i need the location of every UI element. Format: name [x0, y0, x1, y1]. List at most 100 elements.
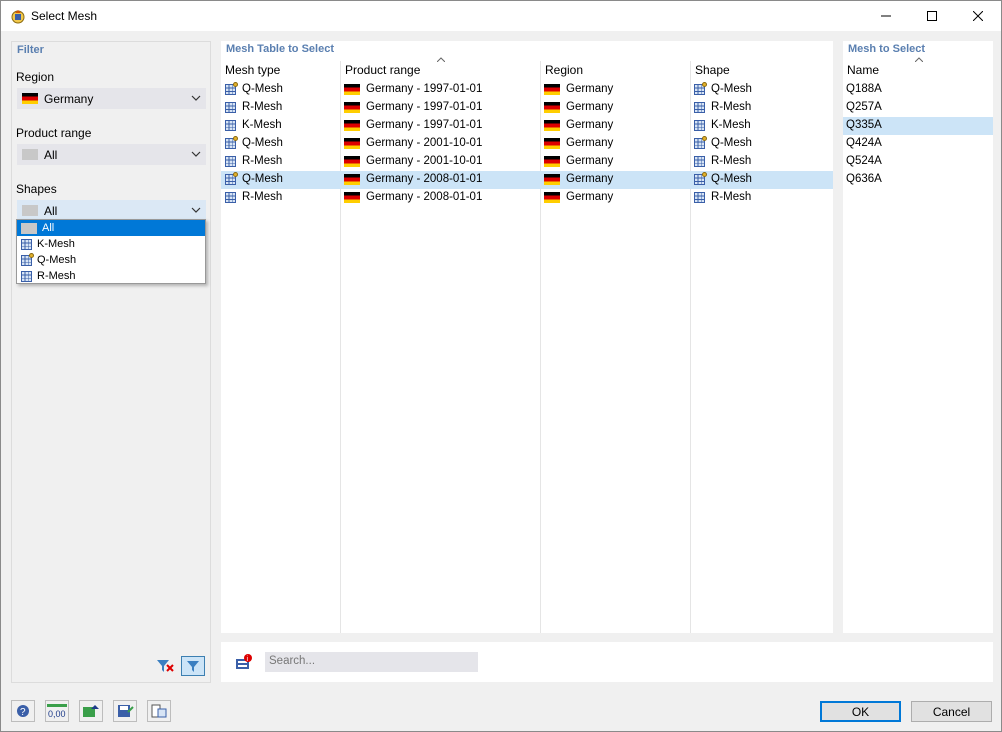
shapes-option-all[interactable]: All	[17, 220, 205, 236]
cell-mesh-type: Q-Mesh	[225, 171, 283, 185]
chevron-down-icon	[191, 207, 201, 213]
search-input[interactable]: Search...	[265, 652, 478, 672]
table-row[interactable]: Q-Mesh Germany - 1997-01-01 Germany Q-Mesh	[221, 81, 833, 99]
germany-flag-icon	[22, 93, 38, 104]
title-bar: Select Mesh	[1, 1, 1001, 31]
chevron-down-icon	[191, 95, 201, 101]
shapes-value: All	[44, 203, 58, 218]
germany-flag-icon	[344, 191, 360, 203]
all-swatch-icon	[22, 205, 38, 216]
shapes-select[interactable]: All	[17, 200, 206, 221]
shapes-dropdown-list: All K-Mesh Q-Mesh R-Mesh	[16, 219, 206, 284]
list-item[interactable]: Q424A	[843, 135, 993, 153]
filter-actions	[153, 656, 205, 676]
cancel-button[interactable]: Cancel	[911, 701, 992, 722]
select-mesh-dialog: Select Mesh Filter Region Germany Produc…	[0, 0, 1002, 732]
column-mesh-type[interactable]: Mesh type	[225, 63, 280, 77]
list-item[interactable]: Q188A	[843, 81, 993, 99]
shapes-option-k-mesh[interactable]: K-Mesh	[17, 236, 205, 252]
mesh-info-button[interactable]: i	[231, 652, 255, 672]
mesh-icon	[694, 81, 707, 95]
maximize-button[interactable]	[909, 1, 955, 31]
all-swatch-icon	[21, 222, 37, 234]
cell-shape: K-Mesh	[694, 119, 751, 131]
import-button[interactable]	[79, 700, 103, 722]
list-item[interactable]: Q636A	[843, 171, 993, 189]
table-header-row: Mesh type Product range Region Shape	[221, 61, 833, 79]
cell-product-range: Germany - 1997-01-01	[344, 119, 482, 131]
shapes-option-q-mesh[interactable]: Q-Mesh	[17, 252, 205, 268]
table-row[interactable]: R-Mesh Germany - 1997-01-01 Germany R-Mesh	[221, 99, 833, 117]
list-item[interactable]: Q524A	[843, 153, 993, 171]
cell-product-range: Germany - 1997-01-01	[344, 83, 482, 95]
cell-region: Germany	[544, 137, 613, 149]
filter-panel: Filter Region Germany Product range All …	[11, 41, 211, 683]
cell-region: Germany	[544, 155, 613, 167]
column-name[interactable]: Name	[847, 63, 879, 77]
units-button[interactable]: 0,00	[45, 700, 69, 722]
product-range-select[interactable]: All	[17, 144, 206, 165]
mesh-icon	[694, 101, 705, 113]
product-range-label: Product range	[16, 126, 92, 140]
column-region[interactable]: Region	[545, 63, 583, 77]
units-icon: 0,00	[47, 704, 67, 719]
region-value: Germany	[44, 91, 94, 106]
mesh-to-select-panel: Mesh to Select Name Q188A Q257A Q335A Q424A…	[843, 41, 993, 633]
product-range-value: All	[44, 147, 58, 162]
chevron-down-icon	[191, 151, 201, 157]
region-label: Region	[16, 70, 55, 84]
table-row[interactable]: K-Mesh Germany - 1997-01-01 Germany K-Mesh	[221, 117, 833, 135]
help-button[interactable]: ?	[11, 700, 35, 722]
germany-flag-icon	[344, 155, 360, 167]
app-icon	[10, 8, 26, 24]
cell-product-range: Germany - 1997-01-01	[344, 101, 482, 113]
germany-flag-icon	[344, 101, 360, 113]
minimize-icon	[881, 15, 891, 17]
germany-flag-icon	[544, 191, 560, 203]
bottom-toolbar: ? 0,00	[11, 700, 171, 722]
mesh-icon	[694, 135, 707, 149]
mesh-icon	[694, 171, 707, 185]
cell-shape: Q-Mesh	[694, 81, 752, 95]
mesh-icon	[225, 135, 238, 149]
table-row[interactable]: R-Mesh Germany - 2008-01-01 Germany R-Mesh	[221, 189, 833, 207]
cell-mesh-type: R-Mesh	[225, 191, 282, 203]
list-item[interactable]: Q335A	[843, 117, 993, 135]
table-row[interactable]: Q-Mesh Germany - 2001-10-01 Germany Q-Mesh	[221, 135, 833, 153]
mesh-icon	[225, 119, 236, 131]
mesh-icon	[694, 191, 705, 203]
mesh-info-icon: i	[236, 654, 252, 669]
cell-product-range: Germany - 2008-01-01	[344, 191, 482, 203]
region-select[interactable]: Germany	[17, 88, 206, 109]
cell-shape: R-Mesh	[694, 101, 751, 113]
table-row[interactable]: Q-Mesh Germany - 2008-01-01 Germany Q-Mesh	[221, 171, 833, 189]
list-item[interactable]: Q257A	[843, 99, 993, 117]
cell-product-range: Germany - 2001-10-01	[344, 137, 482, 149]
cell-mesh-type: Q-Mesh	[225, 81, 283, 95]
search-panel: i Search...	[221, 642, 993, 682]
table-row[interactable]: R-Mesh Germany - 2001-10-01 Germany R-Mesh	[221, 153, 833, 171]
apply-filter-button[interactable]	[181, 656, 205, 676]
column-shape[interactable]: Shape	[695, 63, 730, 77]
shapes-option-r-mesh[interactable]: R-Mesh	[17, 268, 205, 284]
shapes-label: Shapes	[16, 182, 57, 196]
close-icon	[973, 11, 983, 21]
clear-filter-button[interactable]	[153, 656, 177, 676]
close-button[interactable]	[955, 1, 1001, 31]
save-button[interactable]	[113, 700, 137, 722]
germany-flag-icon	[344, 173, 360, 185]
mesh-icon	[225, 81, 238, 95]
germany-flag-icon	[544, 173, 560, 185]
cell-mesh-type: K-Mesh	[225, 119, 282, 131]
cell-shape: Q-Mesh	[694, 171, 752, 185]
import-icon	[83, 705, 99, 717]
cell-product-range: Germany - 2001-10-01	[344, 155, 482, 167]
minimize-button[interactable]	[863, 1, 909, 31]
library-button[interactable]	[147, 700, 171, 722]
mesh-icon	[225, 155, 236, 167]
mesh-icon	[225, 191, 236, 203]
ok-button[interactable]: OK	[820, 701, 901, 722]
column-product-range[interactable]: Product range	[345, 63, 420, 77]
mesh-to-select-header: Mesh to Select	[848, 43, 926, 55]
mesh-table-header: Mesh Table to Select	[226, 43, 334, 55]
